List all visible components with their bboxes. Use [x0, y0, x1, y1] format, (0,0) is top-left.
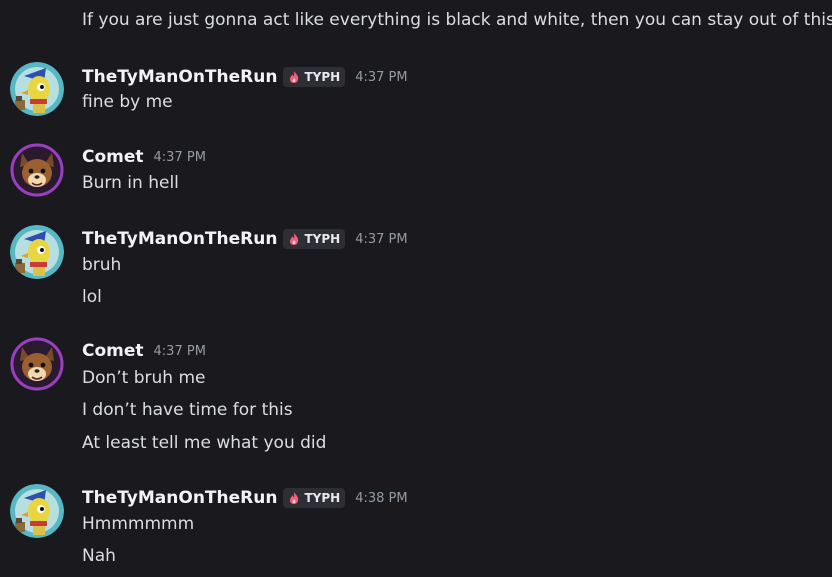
message-text: lol	[82, 287, 102, 307]
username[interactable]: TheTyManOnTheRun	[82, 67, 277, 87]
timestamp[interactable]: 4:37 PM	[355, 232, 407, 247]
server-tag[interactable]: TYPH	[283, 67, 346, 87]
message-text: At least tell me what you did	[82, 433, 327, 453]
flame-icon	[290, 71, 299, 83]
tag-label: TYPH	[304, 70, 341, 84]
penguin-avatar	[10, 484, 64, 538]
flame-icon	[290, 233, 299, 245]
timestamp[interactable]: 4:37 PM	[355, 70, 407, 85]
message-header: TheTyManOnTheRun TYPH 4:37 PM	[82, 65, 408, 89]
avatar[interactable]	[10, 143, 64, 197]
username[interactable]: Comet	[82, 147, 144, 167]
message-header: TheTyManOnTheRun TYPH 4:37 PM	[82, 227, 408, 251]
timestamp[interactable]: 4:37 PM	[154, 150, 206, 165]
avatar[interactable]	[10, 62, 64, 116]
message-text: fine by me	[82, 92, 173, 112]
server-tag[interactable]: TYPH	[283, 229, 346, 249]
timestamp[interactable]: 4:37 PM	[154, 344, 206, 359]
username[interactable]: Comet	[82, 341, 144, 361]
penguin-avatar	[10, 62, 64, 116]
avatar[interactable]	[10, 484, 64, 538]
timestamp[interactable]: 4:38 PM	[355, 491, 407, 506]
message-text: I don’t have time for this	[82, 400, 293, 420]
tag-label: TYPH	[304, 491, 341, 505]
penguin-avatar	[10, 225, 64, 279]
fox-avatar	[10, 143, 64, 197]
username[interactable]: TheTyManOnTheRun	[82, 488, 277, 508]
avatar[interactable]	[10, 225, 64, 279]
fox-avatar	[10, 337, 64, 391]
message-text: Nah	[82, 546, 116, 566]
message-header: TheTyManOnTheRun TYPH 4:38 PM	[82, 486, 408, 510]
message-text: Don’t bruh me	[82, 368, 206, 388]
message-text: If you are just gonna act like everythin…	[82, 10, 832, 30]
username[interactable]: TheTyManOnTheRun	[82, 229, 277, 249]
avatar[interactable]	[10, 337, 64, 391]
server-tag[interactable]: TYPH	[283, 488, 346, 508]
message-text: Hmmmmmm	[82, 514, 195, 534]
tag-label: TYPH	[304, 232, 341, 246]
message-text: Burn in hell	[82, 173, 179, 193]
message-header: Comet 4:37 PM	[82, 339, 206, 363]
message-text: bruh	[82, 255, 122, 275]
flame-icon	[290, 492, 299, 504]
chat-message-list: If you are just gonna act like everythin…	[0, 0, 832, 577]
message-header: Comet 4:37 PM	[82, 145, 206, 169]
